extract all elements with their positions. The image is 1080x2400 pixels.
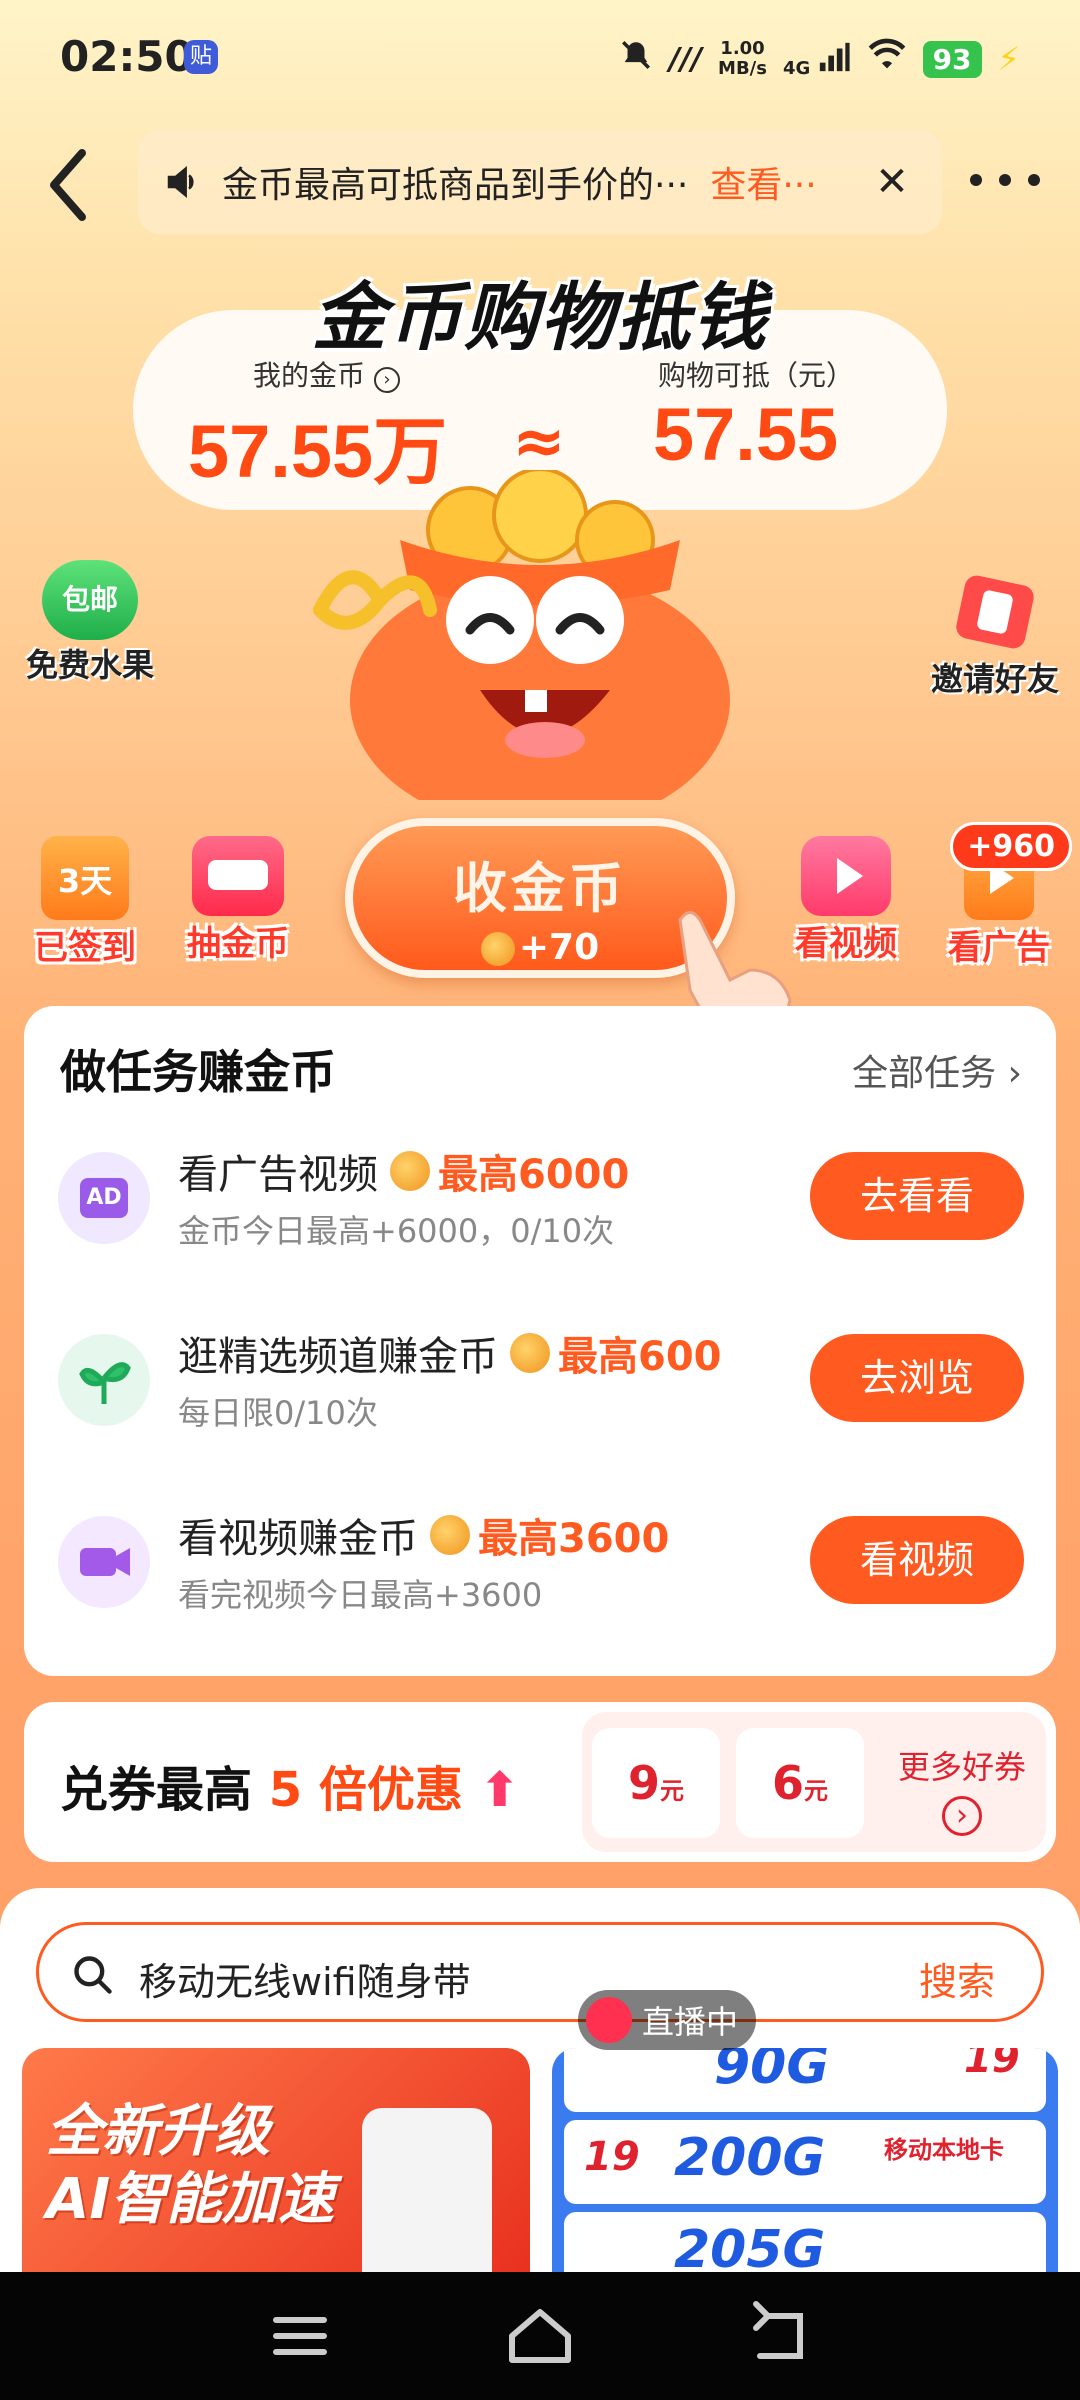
megaphone-icon (167, 165, 194, 199)
live-bars-icon (586, 1997, 632, 2043)
sprout-icon (58, 1334, 150, 1426)
chevron-right-icon: › (373, 367, 400, 393)
coin-icon (480, 932, 515, 966)
gift-box-icon (956, 575, 1034, 649)
free-fruit-entry[interactable]: 包邮 免费水果 (20, 560, 160, 686)
free-shipping-cloud-icon: 包邮 (42, 560, 138, 640)
ad-reward-badge: +960 (950, 822, 1072, 871)
watch-video-label: 看视频 (795, 924, 897, 964)
notice-banner[interactable]: 金币最高可抵商品到手价的··· 查看··· ✕ (138, 130, 942, 234)
lottery-entry[interactable]: 抽金币 (178, 836, 298, 965)
mute-bell-icon (619, 38, 653, 80)
back-arrow-icon (50, 149, 86, 221)
free-fruit-label: 免费水果 (25, 646, 154, 684)
ad-icon: AD (58, 1152, 150, 1244)
invite-friends-entry[interactable]: 邀请好友 (920, 570, 1070, 700)
task-title: 看视频赚金币 最高3600 (178, 1515, 670, 1562)
watch-video-entry[interactable]: 看视频 (786, 836, 906, 965)
chevron-right-circle-icon: › (942, 1796, 982, 1836)
system-nav-bar (0, 2272, 1080, 2400)
back-nav-icon[interactable] (740, 2296, 820, 2376)
coin-bag-mascot-illustration (313, 470, 730, 800)
notice-view-link[interactable]: 查看··· (710, 156, 816, 208)
coupon-title: 兑券最高 5 倍优惠 ⬆ (60, 1762, 520, 1818)
chevron-right-icon: › (1007, 1053, 1022, 1094)
video-camera-icon (58, 1516, 150, 1608)
tasks-card: 做任务赚金币 全部任务 › AD 看广告视频 最高6000 金币今日最高+600… (24, 1006, 1056, 1676)
close-icon[interactable]: ✕ (864, 154, 920, 210)
nfc-icon: /// (669, 41, 703, 77)
home-icon[interactable] (500, 2296, 580, 2376)
coupon-6-yuan[interactable]: 6元 (736, 1728, 864, 1838)
task-row: 逛精选频道赚金币 最高600 每日限0/10次 去浏览 (58, 1306, 1024, 1446)
notice-text: 金币最高可抵商品到手价的··· (222, 165, 689, 206)
sim-offer: 19 200G 移动本地卡 (564, 2120, 1046, 2204)
task-row: AD 看广告视频 最高6000 金币今日最高+6000，0/10次 去看看 (58, 1124, 1024, 1264)
product-feed-panel: 移动无线wifi随身带 搜索 全新升级 AI智能加速 90G 19 19 200… (0, 1888, 1080, 2288)
network-speed: 1.00 MB/s (718, 38, 767, 79)
all-tasks-link[interactable]: 全部任务 › (852, 1044, 1022, 1096)
coin-icon (510, 1333, 550, 1373)
task-title: 看广告视频 最高6000 (178, 1151, 630, 1198)
back-button[interactable] (38, 145, 98, 225)
coupon-panel: 9元 6元 更多好券 › (582, 1712, 1046, 1852)
more-options-button[interactable] (970, 160, 1040, 200)
notification-badge-icon: 贴 (184, 40, 218, 74)
task-desc: 金币今日最高+6000，0/10次 (178, 1212, 615, 1250)
task-row: 看视频赚金币 最高3600 看完视频今日最高+3600 看视频 (58, 1488, 1024, 1628)
promo-headline: 全新升级 AI智能加速 (46, 2099, 335, 2232)
task-desc: 看完视频今日最高+3600 (178, 1576, 543, 1614)
charging-icon: ⚡ (997, 40, 1020, 78)
arrow-up-icon: ⬆ (479, 1762, 520, 1818)
signal-icon (819, 42, 850, 71)
invite-friends-label: 邀请好友 (930, 660, 1059, 698)
play-video-icon (801, 836, 891, 916)
signed-in-entry[interactable]: 3天 已签到 (30, 836, 140, 969)
task-go-browse-button[interactable]: 去浏览 (810, 1334, 1024, 1422)
deduct-value: 57.55 (653, 393, 839, 476)
wifi-router-image (362, 2108, 492, 2288)
lottery-label: 抽金币 (187, 924, 289, 964)
live-badge[interactable]: 直播中 (578, 1990, 757, 2050)
calendar-icon: 3天 (41, 836, 129, 920)
network-type: 4G (783, 40, 851, 79)
status-icons: /// 1.00 MB/s 4G 93 ⚡ (619, 34, 1020, 84)
coin-icon (390, 1151, 430, 1191)
more-coupons-link[interactable]: 更多好券 › (882, 1742, 1042, 1836)
search-button[interactable]: 搜索 (919, 1951, 995, 2006)
hero-title: 金币购物抵钱 (312, 275, 768, 361)
watch-ad-label: 看广告 (948, 928, 1050, 968)
menu-icon[interactable] (260, 2296, 340, 2376)
search-input[interactable]: 移动无线wifi随身带 (139, 1951, 471, 2006)
signed-in-label: 已签到 (34, 928, 136, 968)
task-watch-video-button[interactable]: 看视频 (810, 1516, 1024, 1604)
task-go-watch-button[interactable]: 去看看 (810, 1152, 1024, 1240)
sim-offer: 90G 19 (564, 2048, 1046, 2112)
task-desc: 每日限0/10次 (178, 1394, 378, 1432)
tasks-title: 做任务赚金币 (60, 1045, 336, 1099)
battery-indicator: 93 (922, 40, 982, 78)
promo-card-wifi[interactable]: 全新升级 AI智能加速 (22, 2048, 530, 2288)
approx-sign: ≈ (512, 405, 566, 479)
status-time: 02:50 (60, 32, 194, 81)
search-bar[interactable]: 移动无线wifi随身带 搜索 (36, 1922, 1044, 2022)
coin-icon (430, 1515, 470, 1555)
coupon-9-yuan[interactable]: 9元 (592, 1728, 720, 1838)
coupon-card[interactable]: 兑券最高 5 倍优惠 ⬆ 9元 6元 更多好券 › (24, 1702, 1056, 1862)
wifi-icon (867, 38, 907, 80)
slot-machine-icon (192, 836, 284, 916)
search-icon (74, 1956, 112, 1994)
task-title: 逛精选频道赚金币 最高600 (178, 1333, 722, 1380)
promo-card-sim[interactable]: 90G 19 19 200G 移动本地卡 205G (552, 2048, 1058, 2288)
